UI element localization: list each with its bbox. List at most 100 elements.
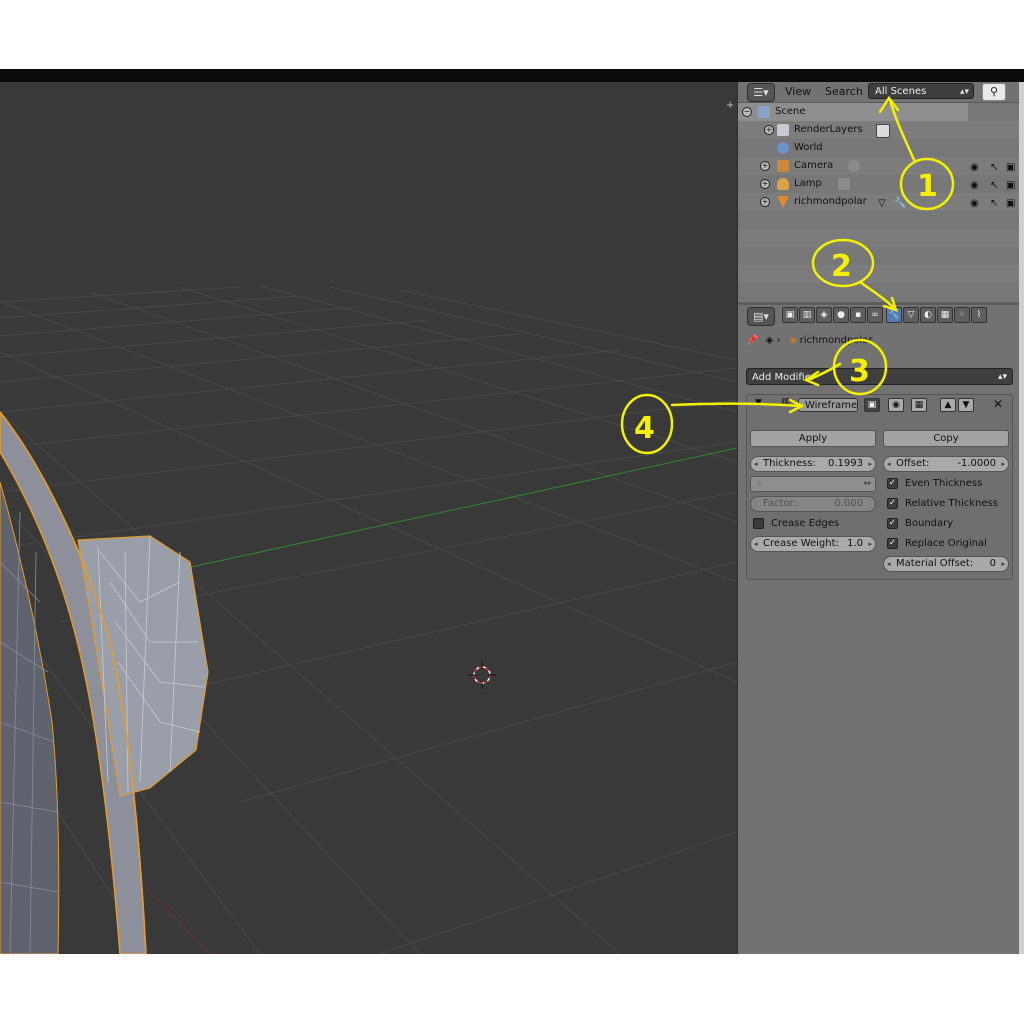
crease-edges-checkbox[interactable]: Crease Edges bbox=[753, 517, 873, 531]
add-modifier-dropdown[interactable]: Add Modifier ▴▾ bbox=[746, 368, 1013, 385]
check-icon[interactable]: ✓ bbox=[887, 498, 898, 509]
crease-weight-field[interactable]: ◂ Crease Weight: 1.0 ▸ bbox=[750, 536, 876, 552]
tree-row-lamp[interactable]: + Lamp ◉ ↖ ▣ bbox=[738, 175, 1021, 193]
window-top-bar bbox=[0, 69, 1024, 82]
tree-label: RenderLayers bbox=[794, 124, 863, 135]
boundary-checkbox[interactable]: ✓ Boundary bbox=[887, 517, 1007, 531]
page-margin bbox=[0, 954, 1024, 1024]
world-tab-icon[interactable]: ● bbox=[833, 307, 849, 323]
render-camera-icon[interactable]: ▣ bbox=[1006, 195, 1015, 213]
3d-viewport[interactable]: + bbox=[0, 82, 737, 954]
data-tab-icon[interactable]: ▽ bbox=[903, 307, 919, 323]
toolshelf-toggle-icon[interactable]: + bbox=[726, 100, 734, 111]
editor-type-icon[interactable]: ▤▾ bbox=[747, 307, 775, 326]
material-tab-icon[interactable]: ◐ bbox=[920, 307, 936, 323]
render-layers-tab-icon[interactable]: ▥ bbox=[799, 307, 815, 323]
replace-original-label: Replace Original bbox=[905, 538, 987, 549]
editmode-toggle-icon[interactable]: ▦ bbox=[911, 398, 927, 412]
mesh-object-icon bbox=[777, 196, 789, 208]
x-axis-line bbox=[149, 447, 737, 577]
tree-row-richmondpolar[interactable]: + richmondpolar ▽ 🔧 ◉ ↖ ▣ bbox=[738, 193, 1021, 211]
scene-filter-dropdown[interactable]: All Scenes ▴▾ bbox=[868, 83, 974, 99]
close-icon[interactable]: ✕ bbox=[993, 397, 1003, 411]
decrement-arrow-icon[interactable]: ◂ bbox=[754, 457, 758, 471]
check-icon[interactable]: ✓ bbox=[887, 518, 898, 529]
check-icon[interactable]: ✓ bbox=[887, 538, 898, 549]
crease-edges-label: Crease Edges bbox=[771, 518, 840, 529]
apply-button[interactable]: Apply bbox=[750, 430, 876, 447]
decrement-arrow-icon[interactable]: ◂ bbox=[887, 557, 891, 571]
tree-row-scene[interactable]: − Scene bbox=[738, 103, 968, 121]
search-menu[interactable]: Search bbox=[825, 85, 863, 98]
collapse-icon[interactable]: − bbox=[742, 107, 752, 117]
checkbox-box[interactable] bbox=[753, 518, 764, 529]
camera-icon bbox=[777, 160, 789, 172]
updown-icon: ▴▾ bbox=[997, 372, 1007, 382]
thickness-field[interactable]: ◂ Thickness: 0.1993 ▸ bbox=[750, 456, 876, 472]
breadcrumb: 📌 ◈ › ▪ richmondpolar bbox=[746, 335, 872, 346]
search-icon[interactable]: ⚲ bbox=[982, 83, 1006, 101]
expand-icon[interactable]: + bbox=[764, 125, 774, 135]
constraints-tab-icon[interactable]: ∞ bbox=[867, 307, 883, 323]
move-down-icon[interactable]: ▼ bbox=[958, 398, 974, 412]
relative-thickness-checkbox[interactable]: ✓ Relative Thickness bbox=[887, 497, 1007, 511]
invert-arrows-icon[interactable]: ⇔ bbox=[863, 477, 871, 491]
copy-button[interactable]: Copy bbox=[883, 430, 1009, 447]
even-thickness-checkbox[interactable]: ✓ Even Thickness bbox=[887, 477, 1007, 491]
lamp-icon bbox=[777, 178, 789, 190]
object-tab-icon[interactable]: ▪ bbox=[850, 307, 866, 323]
expand-icon[interactable]: + bbox=[760, 197, 770, 207]
modifiers-tab-wrench-icon[interactable]: 🔧 bbox=[886, 307, 902, 323]
replace-original-checkbox[interactable]: ✓ Replace Original bbox=[887, 537, 1007, 551]
decrement-arrow-icon[interactable]: ◂ bbox=[754, 537, 758, 551]
scene-filter-label: All Scenes bbox=[875, 86, 927, 97]
crease-weight-label: Crease Weight: bbox=[763, 538, 839, 549]
viewport-toggle-eye-icon[interactable]: ◉ bbox=[888, 398, 904, 412]
physics-tab-icon[interactable]: ⌇ bbox=[971, 307, 987, 323]
even-thickness-label: Even Thickness bbox=[905, 478, 983, 489]
material-offset-field[interactable]: ◂ Material Offset: 0 ▸ bbox=[883, 556, 1009, 572]
vertex-group-icon: ⁘ bbox=[756, 479, 764, 489]
particles-tab-icon[interactable]: ⁘ bbox=[954, 307, 970, 323]
check-icon[interactable]: ✓ bbox=[887, 478, 898, 489]
render-toggle-icon[interactable]: ▣ bbox=[864, 398, 880, 412]
move-up-icon[interactable]: ▲ bbox=[940, 398, 956, 412]
relative-thickness-label: Relative Thickness bbox=[905, 498, 998, 509]
increment-arrow-icon[interactable]: ▸ bbox=[868, 537, 872, 551]
offset-field[interactable]: ◂ Offset: -1.0000 ▸ bbox=[883, 456, 1009, 472]
scene-breadcrumb-icon: ◈ › bbox=[765, 335, 781, 346]
outliner-header: ☰▾ View Search All Scenes ▴▾ ⚲ bbox=[738, 82, 1021, 103]
increment-arrow-icon[interactable]: ▸ bbox=[1001, 557, 1005, 571]
pin-icon[interactable]: 📌 bbox=[746, 335, 758, 346]
factor-value: 0.000 bbox=[834, 498, 863, 509]
scene-tab-icon[interactable]: ◈ bbox=[816, 307, 832, 323]
expand-icon[interactable]: + bbox=[760, 179, 770, 189]
tree-row-renderlayers[interactable]: + RenderLayers bbox=[738, 121, 1021, 139]
mesh-object-richmondpolar[interactable] bbox=[0, 410, 209, 954]
properties-header: ▤▾ ▣ ▥ ◈ ● ▪ ∞ 🔧 ▽ ◐ ▦ ⁘ ⌇ bbox=[738, 305, 1021, 327]
factor-field: Factor: 0.000 bbox=[750, 496, 876, 512]
collapse-triangle-icon[interactable]: ▼ bbox=[755, 398, 762, 408]
increment-arrow-icon[interactable]: ▸ bbox=[1001, 457, 1005, 471]
3d-cursor-icon[interactable] bbox=[468, 661, 496, 689]
viewport-canvas: + bbox=[0, 100, 737, 954]
view-menu[interactable]: View bbox=[785, 85, 811, 98]
vertex-group-field[interactable]: ⁘ ⇔ bbox=[750, 476, 876, 492]
increment-arrow-icon[interactable]: ▸ bbox=[868, 457, 872, 471]
tree-row-camera[interactable]: + Camera ◉ ↖ ▣ bbox=[738, 157, 1021, 175]
modifier-header: ▼ ▥ Wireframe ▣ ◉ ▦ ▲ ▼ ✕ bbox=[747, 395, 1012, 415]
mesh-data-icon: ▽ bbox=[878, 198, 886, 209]
texture-tab-icon[interactable]: ▦ bbox=[937, 307, 953, 323]
modifier-name-field[interactable]: Wireframe bbox=[798, 398, 858, 412]
wrench-icon: 🔧 bbox=[894, 198, 907, 209]
decrement-arrow-icon[interactable]: ◂ bbox=[887, 457, 891, 471]
offset-value: -1.0000 bbox=[957, 458, 996, 469]
tree-row-world[interactable]: World bbox=[738, 139, 1021, 157]
render-tab-icon[interactable]: ▣ bbox=[782, 307, 798, 323]
editor-type-icon[interactable]: ☰▾ bbox=[747, 83, 775, 102]
select-arrow-icon[interactable]: ↖ bbox=[990, 195, 998, 213]
expand-icon[interactable]: + bbox=[760, 161, 770, 171]
world-icon bbox=[777, 142, 789, 154]
updown-icon: ▴▾ bbox=[959, 87, 969, 97]
visibility-eye-icon[interactable]: ◉ bbox=[970, 195, 979, 213]
